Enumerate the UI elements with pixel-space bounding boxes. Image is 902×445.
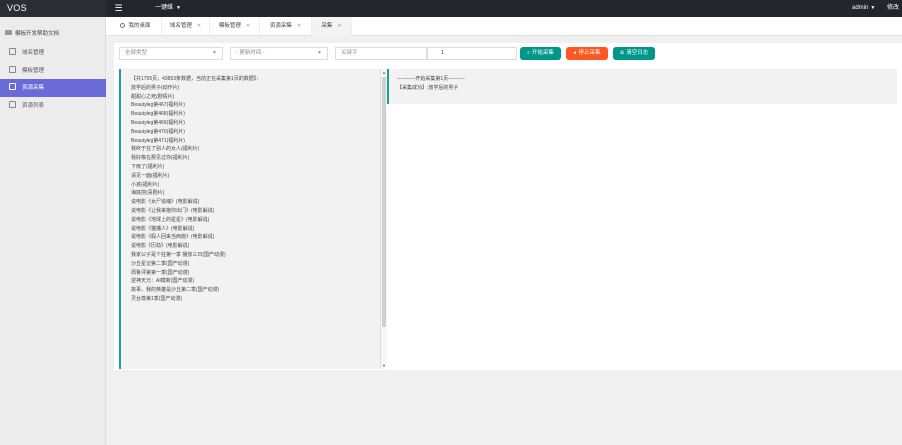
result-list-item: 海底捞(喜剧片) (131, 190, 165, 197)
result-list-item: Beautyleg第470(福利片) (131, 128, 185, 135)
sidebar-section-label: 模板开发帮助文档 (15, 31, 60, 37)
result-list-item: 灵台尊第1季(国产动漫) (131, 295, 183, 302)
result-list: 【共1755页，43853条数据，当前正在采集第1页的数据】： 放学后的男子(动作… (119, 69, 387, 369)
chevron-down-icon: ▼ (212, 50, 217, 56)
stop-collect-button[interactable]: ● 停止采集 (566, 47, 608, 60)
collect-icon (9, 83, 16, 90)
caret-down-icon: ▼ (870, 5, 876, 11)
result-list-item: 说电影《历劫》(电影解说) (131, 243, 190, 250)
close-icon[interactable]: ✕ (246, 23, 250, 29)
close-icon[interactable]: ✕ (297, 23, 301, 29)
category-select[interactable]: 全部类型 ▼ (119, 47, 223, 60)
tab-template[interactable]: 模板管理 ✕ (210, 17, 260, 36)
category-select-value: 全部类型 (125, 50, 148, 56)
tab-domain[interactable]: 域名管理 ✕ (162, 17, 210, 36)
sidebar-item-label: 资源采集 (22, 85, 45, 91)
result-list-item: 甜甜心之死(剧情片) (131, 93, 175, 100)
sidebar-section-help[interactable]: 模板开发帮助文档 (0, 27, 106, 41)
result-list-item: 【共1755页，43853条数据，当前正在采集第1页的数据】： (131, 76, 262, 82)
sidebar-item-label: 模板管理 (22, 68, 45, 74)
result-list-item: 说电影《猫捕人》(电影解说) (131, 225, 195, 232)
brand-logo[interactable]: VOS (0, 0, 106, 17)
user-menu[interactable]: admin ▼ (852, 0, 875, 17)
update-time-select-value: - 更新时间 - (236, 50, 265, 56)
result-list-item: 说电影《地球上的星星》(电影解说) (131, 216, 210, 223)
result-list-item: 说电影《假人回来当西施》(电影解说) (131, 234, 215, 241)
tab-desktop[interactable]: 我的桌面 (110, 17, 162, 36)
top-extra-link[interactable]: 修改 (887, 0, 899, 17)
result-list-item: 说电影《女尸追魂》(电影解说) (131, 199, 200, 206)
domain-icon (9, 48, 16, 55)
result-list-item: 逆神天元：AI模新(国产动漫) (131, 278, 195, 285)
tab-label: 模板管理 (218, 23, 241, 29)
caret-down-icon: ▼ (176, 5, 181, 11)
page-input-value: 1 (441, 50, 445, 56)
keyword-placeholder: 关键字 (341, 50, 358, 56)
result-list-item: 故事，我的英雄是沙丘第二季(国产动漫) (131, 287, 220, 294)
log-line: -----------开始采集第1页---------- (397, 76, 465, 82)
page-input[interactable]: 1 (427, 47, 517, 60)
start-collect-button[interactable]: ⌕ 开始采集 (520, 47, 561, 60)
tab-label: 资源采集 (269, 23, 292, 29)
tab-label: 采集 (321, 23, 333, 29)
tab-collect[interactable]: 采集 ✕ (312, 17, 352, 36)
trash-icon: ♻ (619, 50, 625, 56)
user-name: admin (852, 5, 869, 11)
tab-bar: 我的桌面 域名管理 ✕ 模板管理 ✕ 资源采集 ✕ 采集 ✕ (106, 17, 902, 36)
result-lines: 【共1755页，43853条数据，当前正在采集第1页的数据】： 放学后的男子(动作… (131, 75, 381, 304)
list-icon (9, 101, 16, 108)
collect-panel: 全部类型 ▼ - 更新时间 - ▼ 关键字 1 ⌕ 开始采集 ● 停止采集 ♻ 清空日志 … (114, 43, 902, 370)
stop-collect-label: 停止采集 (578, 50, 601, 56)
chevron-down-icon: ▼ (317, 50, 322, 56)
sidebar-item-label: 资源列表 (22, 103, 45, 109)
result-list-item: 我好像在那见过你(福利片) (131, 155, 190, 162)
result-list-item: Beautyleg第467(福利片) (131, 102, 185, 109)
update-time-select[interactable]: - 更新时间 - ▼ (230, 47, 328, 60)
log-lines: -----------开始采集第1页---------- 【采集成功】:放学后的男… (397, 75, 465, 93)
sidebar-item-resource-list[interactable]: 资源列表 (0, 97, 106, 115)
close-icon[interactable]: ✕ (197, 23, 201, 29)
result-list-item: Beautyleg第469(福利片) (131, 119, 185, 126)
top-nav-dropdown[interactable]: 一键维 ▼ (155, 0, 181, 17)
log-line: 【采集成功】:放学后的男子 (397, 84, 459, 91)
home-icon (120, 23, 126, 28)
result-list-item: 沙丘星记第二季(国产动漫) (131, 260, 190, 267)
top-bar: VOS ☰ 一键维 ▼ admin ▼ 修改 (0, 0, 902, 17)
result-list-item: 下雨了(福利片) (131, 163, 165, 170)
clear-log-button[interactable]: ♻ 清空日志 (613, 47, 655, 60)
scroll-down-icon[interactable]: ▼ (382, 363, 386, 368)
start-collect-label: 开始采集 (531, 50, 554, 56)
stop-icon: ● (573, 50, 577, 56)
keyword-input[interactable]: 关键字 (335, 47, 427, 60)
sidebar: 模板开发帮助文档 域名管理 模板管理 资源采集 资源列表 (0, 17, 106, 445)
tab-label: 我的桌面 (128, 23, 151, 29)
sidebar-item-collect[interactable]: 资源采集 (0, 79, 106, 97)
clear-log-label: 清空日志 (626, 50, 649, 56)
result-list-item: 说电影《让我来抱你出门》(电影解说) (131, 207, 215, 214)
result-list-item: Beautyleg第468(福利片) (131, 111, 185, 118)
collect-log: -----------开始采集第1页---------- 【采集成功】:放学后的男… (387, 69, 897, 104)
folder-icon (5, 30, 12, 35)
result-list-item: 小孩(福利片) (131, 181, 160, 188)
menu-toggle-icon[interactable]: ☰ (112, 3, 125, 14)
scroll-up-icon[interactable]: ▲ (382, 70, 386, 75)
top-nav-label: 一键维 (155, 5, 174, 11)
sidebar-item-domain[interactable]: 域名管理 (0, 44, 106, 62)
result-scrollbar[interactable]: ▲ ▼ (380, 69, 387, 369)
sidebar-item-label: 域名管理 (22, 50, 45, 56)
close-icon[interactable]: ✕ (337, 23, 341, 29)
result-list-item: 我家公子是个狂第一季 播放三日(国产动漫) (131, 251, 226, 258)
result-list-item: 放学后的男子(动作片) (131, 84, 180, 91)
search-icon: ⌕ (527, 50, 530, 56)
result-list-item: 请见一面(福利片) (131, 172, 170, 179)
result-list-item: Beautyleg第471(福利片) (131, 137, 185, 144)
result-list-item: 周鲁评第第一季(国产动漫) (131, 269, 190, 276)
sidebar-item-template[interactable]: 模板管理 (0, 62, 106, 80)
scroll-thumb[interactable] (382, 77, 386, 327)
tab-label: 域名管理 (169, 23, 192, 29)
template-icon (9, 66, 16, 73)
result-list-item: 我终于在了别人的女人(福利片) (131, 146, 200, 153)
tab-collect-resource[interactable]: 资源采集 ✕ (260, 17, 312, 36)
